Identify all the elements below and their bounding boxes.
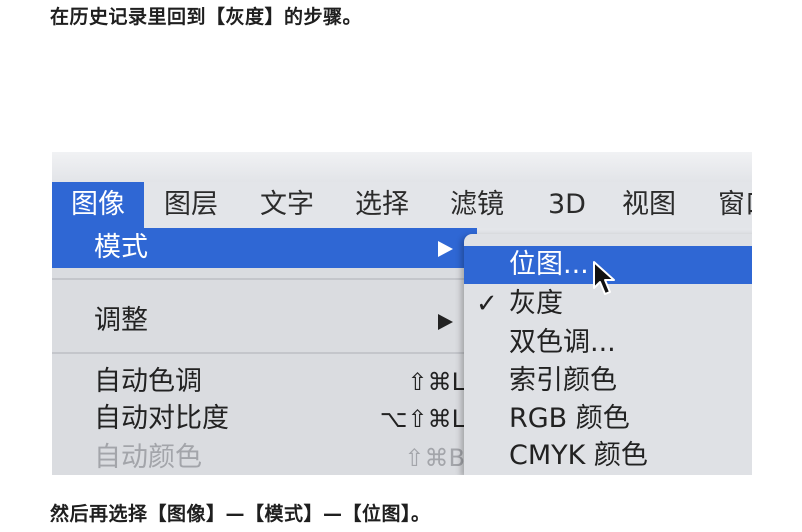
menu-bar: 图像 图层 文字 选择 滤镜 3D 视图 窗口	[52, 182, 752, 228]
menu-item-mode-label: 模式	[94, 232, 148, 263]
submenu-item-bitmap-label: 位图...	[509, 249, 589, 280]
menu-item-mode[interactable]: 模式	[52, 228, 477, 268]
shortcut-auto-tone: ⇧⌘L	[407, 368, 465, 396]
menu-item-adjustments-label: 调整	[94, 305, 148, 336]
checkmark-icon: ✓	[476, 289, 498, 319]
menu-item-auto-tone[interactable]: 自动色调 ⇧⌘L	[52, 362, 477, 402]
menu-item-adjustments[interactable]: 调整	[52, 301, 477, 341]
submenu-item-rgb-color-label: RGB 颜色	[509, 403, 630, 434]
menu-separator	[52, 278, 477, 280]
submenu-item-indexed-color-label: 索引颜色	[509, 365, 617, 396]
intro-text: 在历史记录里回到【灰度】的步骤。	[50, 6, 363, 28]
submenu-arrow-icon	[438, 241, 453, 257]
page: 在历史记录里回到【灰度】的步骤。 图像 图层 文字 选择 滤镜 3D 视图 窗口…	[0, 0, 802, 532]
shortcut-auto-contrast: ⌥⇧⌘L	[379, 405, 465, 433]
submenu-item-duotone[interactable]: 双色调...	[464, 324, 752, 362]
mouse-cursor-icon	[593, 261, 615, 295]
submenu-arrow-icon	[438, 314, 453, 330]
menu-item-auto-contrast[interactable]: 自动对比度 ⌥⇧⌘L	[52, 399, 477, 439]
menubar-item-3d[interactable]: 3D	[548, 182, 586, 228]
menu-item-auto-color-label: 自动颜色	[94, 442, 202, 473]
submenu-item-duotone-label: 双色调...	[509, 327, 616, 358]
menubar-item-view[interactable]: 视图	[622, 182, 676, 228]
menu-separator	[52, 352, 477, 354]
menu-item-auto-tone-label: 自动色调	[94, 366, 202, 397]
menubar-item-layer[interactable]: 图层	[164, 182, 218, 228]
menubar-item-window[interactable]: 窗口	[718, 182, 752, 228]
submenu-item-cmyk-color[interactable]: CMYK 颜色	[464, 437, 752, 475]
submenu-item-cmyk-color-label: CMYK 颜色	[509, 440, 648, 471]
menubar-item-select[interactable]: 选择	[355, 182, 409, 228]
menubar-item-filter[interactable]: 滤镜	[450, 182, 504, 228]
image-menu-dropdown: 模式 调整 自动色调 ⇧⌘L 自动对比度 ⌥⇧⌘L 自动颜色 ⇧⌘B	[52, 228, 477, 475]
menubar-item-type[interactable]: 文字	[260, 182, 314, 228]
submenu-item-rgb-color[interactable]: RGB 颜色	[464, 400, 752, 438]
photoshop-screenshot: 图像 图层 文字 选择 滤镜 3D 视图 窗口 模式 调整 自动色调 ⇧⌘L	[52, 152, 752, 475]
menu-item-auto-contrast-label: 自动对比度	[94, 403, 229, 434]
menu-item-auto-color: 自动颜色 ⇧⌘B	[52, 438, 477, 475]
outro-text: 然后再选择【图像】—【模式】—【位图】。	[50, 503, 431, 525]
window-top-strip	[52, 152, 752, 182]
submenu-item-grayscale-label: 灰度	[509, 288, 563, 319]
submenu-item-indexed-color[interactable]: 索引颜色	[464, 362, 752, 400]
menubar-item-image[interactable]: 图像	[52, 182, 144, 228]
shortcut-auto-color: ⇧⌘B	[404, 444, 465, 472]
